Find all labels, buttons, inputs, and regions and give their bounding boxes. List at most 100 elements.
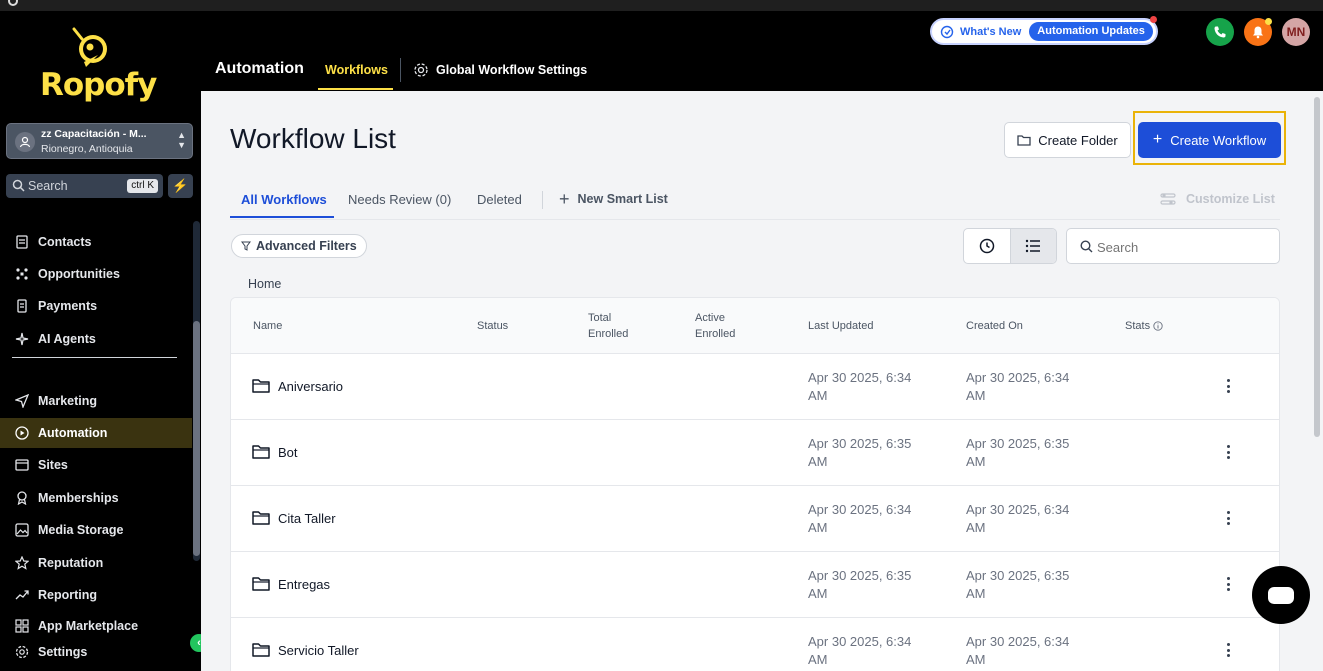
folder-icon — [252, 577, 270, 591]
opportunities-icon — [13, 265, 31, 283]
table-row[interactable]: Servicio Taller Apr 30 2025, 6:34 AM Apr 30… — [231, 618, 1279, 671]
col-active-enrolled-2[interactable]: Enrolled — [695, 326, 735, 342]
sidebar-item-opportunities[interactable]: Opportunities — [0, 259, 192, 289]
sidebar-item-contacts[interactable]: Contacts — [0, 227, 192, 257]
workflow-search[interactable] — [1066, 228, 1280, 264]
clock-icon — [979, 238, 995, 254]
col-status[interactable]: Status — [477, 318, 508, 334]
whats-new-button[interactable]: What's New Automation Updates — [930, 16, 1158, 45]
row-menu-kebab-icon[interactable] — [1221, 640, 1235, 660]
col-total-enrolled-1[interactable]: Total — [588, 310, 611, 326]
row-menu-kebab-icon[interactable] — [1221, 376, 1235, 396]
tab-needs-review[interactable]: Needs Review (0) — [348, 192, 451, 207]
sidebar-search[interactable]: Search ctrl K — [6, 174, 163, 198]
tab-deleted[interactable]: Deleted — [477, 192, 522, 207]
folder-icon — [252, 379, 270, 393]
tab-all-workflows[interactable]: All Workflows — [241, 192, 327, 207]
workflow-name[interactable]: Bot — [278, 445, 298, 460]
created-on-ampm: AM — [966, 388, 986, 403]
user-avatar[interactable]: MN — [1282, 18, 1310, 46]
main-scrollbar[interactable] — [1311, 91, 1323, 671]
create-workflow-button[interactable]: + Create Workflow — [1138, 122, 1281, 158]
row-menu-kebab-icon[interactable] — [1221, 574, 1235, 594]
workflow-name[interactable]: Cita Taller — [278, 511, 336, 526]
row-menu-kebab-icon[interactable] — [1221, 508, 1235, 528]
sidebar: Ropofy zz Capacitación - M... Rionegro, … — [0, 11, 208, 671]
created-on-cell: Apr 30 2025, 6:34 AM — [966, 501, 1086, 537]
page-title: Workflow List — [230, 123, 396, 154]
sidebar-item-payments[interactable]: Payments — [0, 291, 192, 321]
created-on-ampm: AM — [966, 586, 986, 601]
col-stats[interactable]: Stats — [1125, 318, 1163, 334]
sidebar-item-sites[interactable]: Sites — [0, 450, 192, 480]
table-row[interactable]: Cita Taller Apr 30 2025, 6:34 AM Apr 30 202… — [231, 486, 1279, 552]
bolt-icon: ⚡ — [172, 178, 189, 193]
list-view-button[interactable] — [1009, 229, 1056, 263]
col-active-enrolled-1[interactable]: Active — [695, 310, 725, 326]
workflow-name[interactable]: Entregas — [278, 577, 330, 592]
col-last-updated[interactable]: Last Updated — [808, 318, 873, 334]
automation-updates-badge: Automation Updates — [1029, 22, 1153, 41]
account-switcher[interactable]: zz Capacitación - M... Rionegro, Antioqu… — [6, 123, 193, 159]
col-stats-label: Stats — [1125, 320, 1151, 332]
phone-button[interactable] — [1206, 18, 1234, 46]
workflow-name[interactable]: Aniversario — [278, 379, 343, 394]
notifications-button[interactable] — [1244, 18, 1272, 46]
table-row[interactable]: Entregas Apr 30 2025, 6:35 AM Apr 30 2025, … — [231, 552, 1279, 618]
advanced-filters-label: Advanced Filters — [256, 239, 357, 253]
sidebar-item-label: App Marketplace — [38, 619, 139, 633]
recent-view-button[interactable] — [964, 229, 1010, 263]
table-row[interactable]: Bot Apr 30 2025, 6:35 AM Apr 30 2025, 6:35 A… — [231, 420, 1279, 486]
row-menu-kebab-icon[interactable] — [1221, 442, 1235, 462]
sidebar-scrollbar[interactable] — [193, 221, 200, 561]
last-updated-date: Apr 30 2025, 6:35 — [808, 436, 912, 451]
global-settings-label: Global Workflow Settings — [436, 63, 588, 77]
sidebar-item-label: Contacts — [38, 235, 92, 249]
filter-icon — [241, 241, 251, 251]
sidebar-item-media-storage[interactable]: Media Storage — [0, 515, 192, 545]
app-marketplace-icon — [13, 617, 31, 635]
col-total-enrolled-2[interactable]: Enrolled — [588, 326, 628, 342]
advanced-filters-button[interactable]: Advanced Filters — [231, 234, 367, 258]
breadcrumb[interactable]: Home — [248, 277, 281, 291]
sidebar-item-reporting[interactable]: Reporting — [0, 580, 192, 610]
col-created-on[interactable]: Created On — [966, 318, 1023, 334]
sidebar-item-memberships[interactable]: Memberships — [0, 483, 192, 513]
created-on-date: Apr 30 2025, 6:35 — [966, 436, 1070, 451]
sidebar-search-label: Search — [28, 179, 68, 193]
sidebar-item-reputation[interactable]: Reputation — [0, 548, 192, 578]
sidebar-item-label: Sites — [38, 458, 68, 472]
tab-workflows[interactable]: Workflows — [325, 63, 388, 77]
brand-logo[interactable]: Ropofy — [40, 25, 160, 109]
tab-global-workflow-settings[interactable]: Global Workflow Settings — [413, 62, 587, 78]
created-on-cell: Apr 30 2025, 6:34 AM — [966, 633, 1086, 669]
new-smart-list-button[interactable]: + New Smart List — [559, 190, 668, 208]
col-name[interactable]: Name — [253, 318, 282, 334]
last-updated-cell: Apr 30 2025, 6:34 AM — [808, 633, 928, 669]
last-updated-ampm: AM — [808, 454, 828, 469]
sidebar-item-marketing[interactable]: Marketing — [0, 386, 192, 416]
memberships-icon — [13, 489, 31, 507]
folder-icon — [252, 511, 270, 525]
automation-icon — [13, 424, 31, 442]
create-folder-button[interactable]: Create Folder — [1004, 122, 1131, 158]
created-on-date: Apr 30 2025, 6:34 — [966, 502, 1070, 517]
search-input[interactable] — [1097, 237, 1267, 257]
last-updated-ampm: AM — [808, 520, 828, 535]
search-icon — [1080, 240, 1093, 253]
table-row[interactable]: Aniversario Apr 30 2025, 6:34 AM Apr 30 202… — [231, 354, 1279, 420]
chat-widget-button[interactable] — [1252, 566, 1310, 624]
workflow-name[interactable]: Servicio Taller — [278, 643, 359, 658]
sidebar-item-label: Settings — [38, 645, 88, 659]
sidebar-item-ai-agents[interactable]: AI Agents — [0, 324, 192, 354]
customize-list-button[interactable]: Customize List — [1160, 192, 1275, 206]
sidebar-item-settings[interactable]: Settings — [0, 637, 192, 667]
last-updated-cell: Apr 30 2025, 6:35 AM — [808, 567, 928, 603]
quick-actions-button[interactable]: ⚡ — [168, 174, 193, 198]
last-updated-date: Apr 30 2025, 6:34 — [808, 502, 912, 517]
media-storage-icon — [13, 521, 31, 539]
notification-dot — [1150, 16, 1157, 23]
browser-icon — [8, 0, 18, 6]
sidebar-item-label: Reputation — [38, 556, 104, 570]
sidebar-item-automation[interactable]: Automation — [0, 418, 192, 448]
